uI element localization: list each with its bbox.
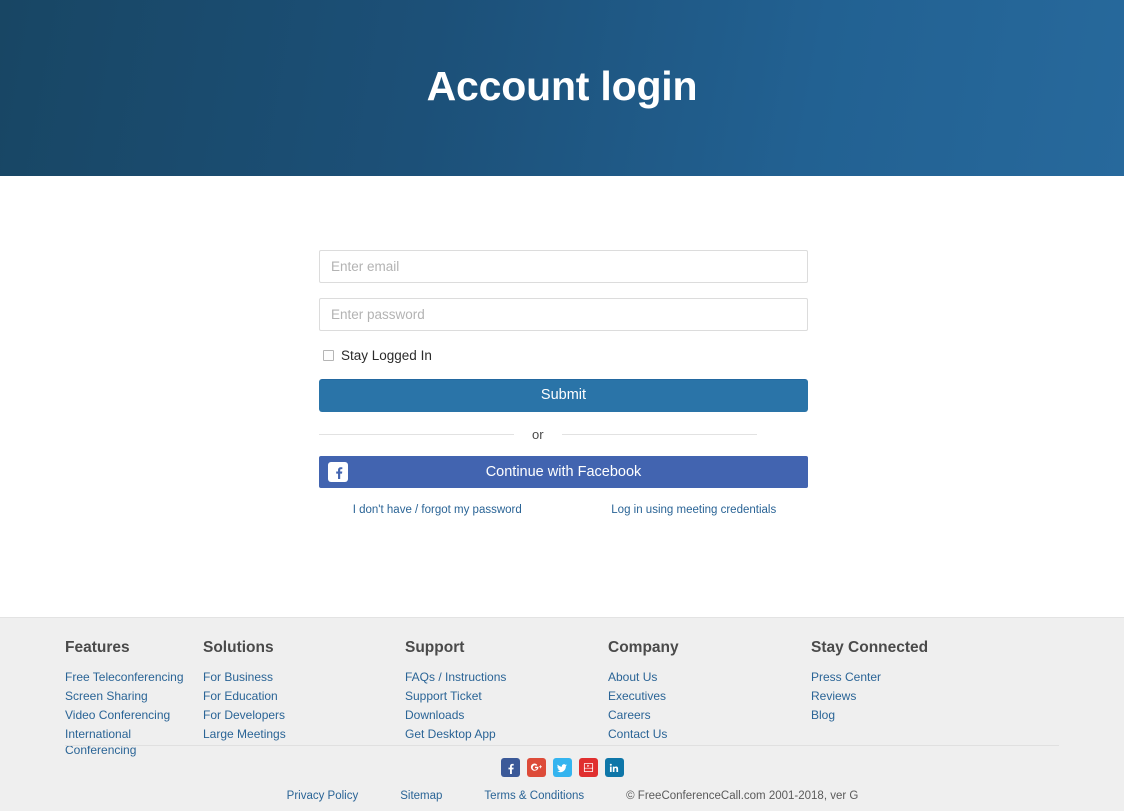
facebook-icon[interactable]: [500, 758, 520, 777]
footer-link-columns: Features Free Teleconferencing Screen Sh…: [0, 618, 1124, 761]
footer-column-support: Support FAQs / Instructions Support Tick…: [405, 639, 608, 761]
meeting-credentials-link[interactable]: Log in using meeting credentials: [611, 504, 776, 516]
list-item: Careers: [608, 707, 811, 723]
list-item: Screen Sharing: [65, 688, 203, 704]
list-item: Press Center: [811, 669, 1059, 685]
twitter-icon[interactable]: [552, 758, 572, 777]
list-item: About Us: [608, 669, 811, 685]
linkedin-icon[interactable]: [604, 758, 624, 777]
submit-button[interactable]: Submit: [319, 379, 808, 412]
list-item: Reviews: [811, 688, 1059, 704]
footer-link-downloads[interactable]: Downloads: [405, 708, 464, 722]
footer-link-about-us[interactable]: About Us: [608, 670, 657, 684]
meeting-credentials-link-wrap: Log in using meeting credentials: [564, 504, 809, 516]
copyright-text: © FreeConferenceCall.com 2001-2018, ver …: [626, 790, 859, 802]
login-helper-links: I don't have / forgot my password Log in…: [319, 504, 808, 516]
stay-logged-in-row[interactable]: Stay Logged In: [319, 347, 808, 363]
list-item: Downloads: [405, 707, 608, 723]
terms-and-conditions-link[interactable]: Terms & Conditions: [484, 790, 584, 802]
list-item: Support Ticket: [405, 688, 608, 704]
footer-link-press-center[interactable]: Press Center: [811, 670, 881, 684]
footer-link-for-developers[interactable]: For Developers: [203, 708, 285, 722]
footer-heading-solutions: Solutions: [203, 639, 274, 656]
list-item: For Developers: [203, 707, 405, 723]
footer-column-solutions: Solutions For Business For Education For…: [203, 639, 405, 761]
footer-link-support-ticket[interactable]: Support Ticket: [405, 689, 482, 703]
footer-link-blog[interactable]: Blog: [811, 708, 835, 722]
main-content: Stay Logged In Submit or Continue with F…: [0, 176, 1124, 617]
list-item: Get Desktop App: [405, 726, 608, 742]
list-item: Free Teleconferencing: [65, 669, 203, 685]
list-item: For Business: [203, 669, 405, 685]
footer-link-screen-sharing[interactable]: Screen Sharing: [65, 689, 148, 703]
list-item: Executives: [608, 688, 811, 704]
footer-heading-features: Features: [65, 639, 130, 656]
footer-link-for-business[interactable]: For Business: [203, 670, 273, 684]
footer-link-video-conferencing[interactable]: Video Conferencing: [65, 708, 170, 722]
youtube-icon[interactable]: [578, 758, 598, 777]
login-form: Stay Logged In Submit or Continue with F…: [319, 250, 808, 516]
page-header-banner: Account login: [0, 0, 1124, 176]
continue-with-facebook-button[interactable]: Continue with Facebook: [319, 456, 808, 488]
page-title: Account login: [426, 62, 698, 109]
list-item: Contact Us: [608, 726, 811, 742]
footer-column-stay-connected: Stay Connected Press Center Reviews Blog: [811, 639, 1059, 761]
or-label: or: [532, 426, 544, 442]
footer-list-support: FAQs / Instructions Support Ticket Downl…: [405, 669, 608, 742]
footer-link-careers[interactable]: Careers: [608, 708, 651, 722]
list-item: Blog: [811, 707, 1059, 723]
footer-link-get-desktop-app[interactable]: Get Desktop App: [405, 727, 496, 741]
stay-logged-in-label: Stay Logged In: [341, 347, 432, 363]
privacy-policy-link[interactable]: Privacy Policy: [287, 790, 359, 802]
site-footer: Features Free Teleconferencing Screen Sh…: [0, 617, 1124, 811]
footer-column-features: Features Free Teleconferencing Screen Sh…: [0, 639, 203, 761]
forgot-password-link[interactable]: I don't have / forgot my password: [353, 504, 522, 516]
password-input[interactable]: [319, 298, 808, 331]
footer-list-stay-connected: Press Center Reviews Blog: [811, 669, 1059, 723]
list-item: International Conferencing: [65, 726, 203, 758]
stay-logged-in-checkbox[interactable]: [323, 349, 334, 361]
divider-line-right: [561, 433, 757, 435]
list-item: Large Meetings: [203, 726, 405, 742]
footer-heading-company: Company: [608, 639, 679, 656]
sitemap-link[interactable]: Sitemap: [400, 790, 442, 802]
footer-link-large-meetings[interactable]: Large Meetings: [203, 727, 286, 741]
facebook-button-label: Continue with Facebook: [485, 464, 642, 480]
footer-link-international-conferencing[interactable]: International Conferencing: [65, 727, 136, 757]
footer-link-free-teleconferencing[interactable]: Free Teleconferencing: [65, 670, 184, 684]
social-media-links: [0, 758, 1124, 777]
footer-list-solutions: For Business For Education For Developer…: [203, 669, 405, 742]
list-item: For Education: [203, 688, 405, 704]
footer-divider: [65, 745, 1059, 746]
footer-link-contact-us[interactable]: Contact Us: [608, 727, 667, 741]
list-item: FAQs / Instructions: [405, 669, 608, 685]
facebook-icon: [328, 462, 348, 482]
footer-column-company: Company About Us Executives Careers Cont…: [608, 639, 811, 761]
footer-link-executives[interactable]: Executives: [608, 689, 666, 703]
list-item: Video Conferencing: [65, 707, 203, 723]
forgot-password-link-wrap: I don't have / forgot my password: [319, 504, 564, 516]
footer-list-company: About Us Executives Careers Contact Us: [608, 669, 811, 742]
divider-line-left: [319, 433, 514, 435]
footer-link-for-education[interactable]: For Education: [203, 689, 278, 703]
email-input[interactable]: [319, 250, 808, 283]
or-divider: or: [319, 426, 808, 442]
footer-heading-stay-connected: Stay Connected: [811, 639, 929, 656]
footer-heading-support: Support: [405, 639, 465, 656]
footer-link-reviews[interactable]: Reviews: [811, 689, 856, 703]
footer-bottom-bar: Privacy Policy Sitemap Terms & Condition…: [0, 790, 1124, 802]
footer-link-faqs-instructions[interactable]: FAQs / Instructions: [405, 670, 506, 684]
google-plus-icon[interactable]: [526, 758, 546, 777]
